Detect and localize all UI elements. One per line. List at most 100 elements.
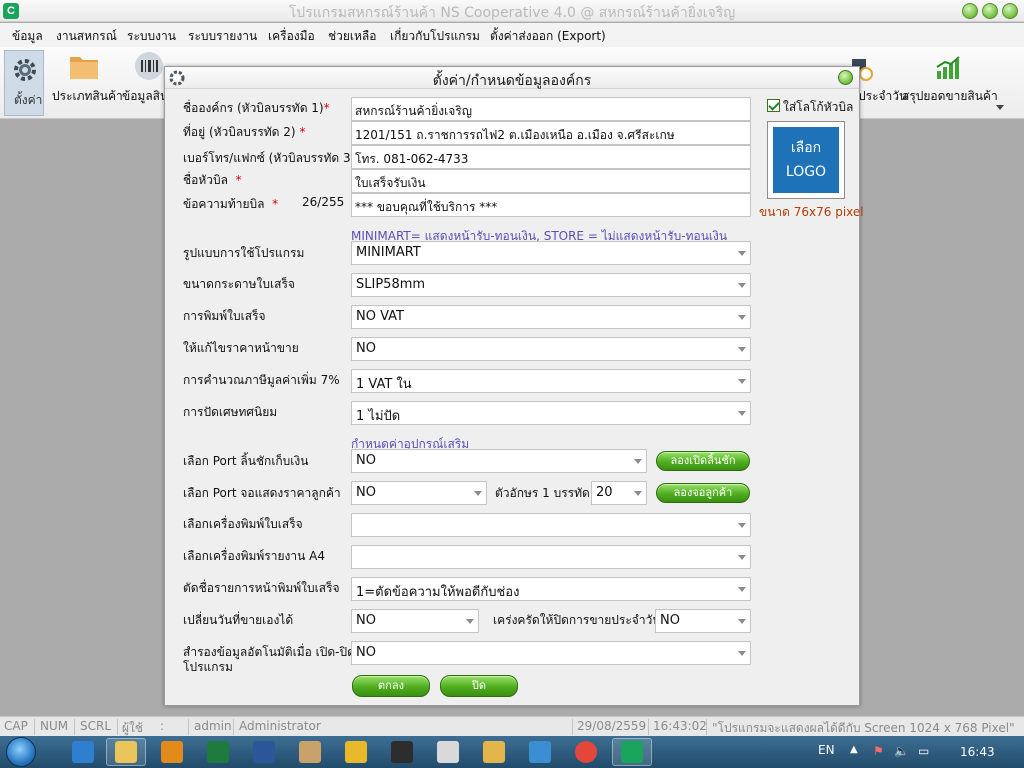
change-sale-date-select[interactable]: NO (351, 609, 479, 633)
org-name-label: ชื่อองค์กร (หัวบิลบรรทัด 1)* (183, 101, 330, 115)
dialog-title: ตั้งค่า/กำหนดข้อมูลองค์กร (432, 73, 592, 89)
settings-tool-button[interactable]: ตั้งค่า (4, 50, 44, 116)
taskbar-clock[interactable]: 16:43 (960, 745, 995, 759)
logo-checkbox-label: ใส่โลโก้หัวบิล (783, 100, 854, 114)
close-window-button[interactable] (1002, 3, 1018, 19)
key-icon[interactable] (345, 741, 367, 763)
address-label: ที่อยู่ (หัวบิลบรรทัด 2) * (183, 125, 306, 139)
chevron-down-icon (738, 587, 746, 592)
flag-icon[interactable]: ⚑ (873, 744, 884, 758)
user-colon: : (160, 719, 165, 733)
menu-reports[interactable]: ระบบรายงาน (188, 27, 257, 46)
footer-char-count: 26/255 (302, 195, 345, 209)
chrome-icon[interactable] (575, 741, 597, 763)
rounding-select[interactable]: 1 ไม่ปัด (351, 401, 751, 425)
program-mode-label: รูปแบบการใช้โปรแกรม (183, 246, 305, 260)
a4-printer-label: เลือกเครื่องพิมพ์รายงาน A4 (183, 549, 325, 563)
status-bar: CAP NUM SCRL ผู้ใช้ : admin Administrato… (0, 716, 1024, 736)
force-close-select[interactable]: NO (655, 609, 751, 633)
menu-help[interactable]: ช่วยเหลือ (328, 27, 377, 46)
status-time: 16:43:02 (653, 719, 707, 733)
window-title: โปรแกรมสหกรณ์ร้านค้า NS Cooperative 4.0 … (288, 5, 736, 21)
tray-expand-icon[interactable]: ▲ (850, 744, 858, 755)
camera-icon[interactable] (391, 741, 413, 763)
dialog-title-bar: ตั้งค่า/กำหนดข้อมูลองค์กร (165, 67, 859, 89)
paper-size-select[interactable]: SLIP58mm (351, 273, 751, 297)
sales-summary-tool-button[interactable]: สรุปยอดขายสินค้า (902, 47, 998, 117)
menu-export-settings[interactable]: ตั้งค่าส่งออก (Export) (490, 27, 606, 46)
chevron-down-icon (474, 491, 482, 496)
product-info-tool-button[interactable]: ข้อมูลสิน (120, 47, 168, 117)
toolbar-overflow-icon[interactable] (996, 105, 1004, 110)
word-icon[interactable] (253, 741, 275, 763)
logo-preview: เลือก LOGO (773, 127, 839, 193)
volume-icon[interactable]: 🔈 (894, 744, 909, 758)
bill-title-label: ชื่อหัวบิล * (183, 173, 242, 187)
bill-title-input[interactable]: ใบเสร็จรับเงิน (351, 169, 751, 193)
chevron-down-icon (738, 283, 746, 288)
org-name-input[interactable]: สหกรณ์ร้านค้ายิ่งเจริญ (351, 97, 751, 121)
program-mode-select[interactable]: MINIMART (351, 241, 751, 265)
notepad-icon[interactable] (437, 741, 459, 763)
menu-about[interactable]: เกี่ยวกับโปรแกรม (390, 27, 480, 46)
caps-lock-indicator: CAP (4, 719, 28, 733)
a4-printer-select[interactable] (351, 545, 751, 569)
user-name: Administrator (239, 719, 321, 733)
receipt-printer-label: เลือกเครื่องพิมพ์ใบเสร็จ (183, 517, 303, 531)
user-id: admin (194, 719, 232, 733)
media-player-icon[interactable] (161, 741, 183, 763)
dialog-close-button[interactable] (838, 70, 853, 85)
chevron-down-icon (738, 619, 746, 624)
chars-per-line-select[interactable]: 20 (591, 481, 647, 505)
auto-backup-select[interactable]: NO (351, 641, 751, 665)
menu-system[interactable]: ระบบงาน (127, 27, 176, 46)
excel-icon[interactable] (207, 741, 229, 763)
explorer-icon[interactable] (115, 741, 137, 763)
menu-cooperative[interactable]: งานสหกรณ์ (56, 27, 117, 46)
network-icon[interactable] (529, 741, 551, 763)
customer-display-port-select[interactable]: NO (351, 481, 487, 505)
trim-item-name-select[interactable]: 1=ตัดข้อความให้พอดีกับช่อง (351, 577, 751, 601)
ns-cooperative-icon[interactable] (621, 741, 643, 763)
logo-checkbox[interactable] (767, 99, 780, 112)
print-receipt-select[interactable]: NO VAT (351, 305, 751, 329)
chevron-down-icon (466, 619, 474, 624)
change-sale-date-label: เปลี่ยนวันที่ขายเองได้ (183, 613, 294, 627)
phone-input[interactable]: โทร. 081-062-4733 (351, 145, 751, 169)
receipt-printer-select[interactable] (351, 513, 751, 537)
num-lock-indicator: NUM (40, 719, 69, 733)
status-date: 29/08/2559 (577, 719, 647, 733)
chevron-down-icon (738, 651, 746, 656)
close-button[interactable]: ปิด (440, 675, 518, 697)
ok-button[interactable]: ตกลง (352, 675, 430, 697)
gear-icon (14, 59, 36, 81)
address-input[interactable]: 1201/151 ถ.ราชการรถไฟ2 ต.เมืองเหนือ อ.เม… (351, 121, 751, 145)
paint-icon[interactable] (299, 741, 321, 763)
edit-price-select[interactable]: NO (351, 337, 751, 361)
language-indicator[interactable]: EN (818, 743, 835, 757)
chevron-down-icon (634, 459, 642, 464)
barcode-icon (135, 52, 163, 80)
minimize-button[interactable] (962, 3, 978, 19)
menu-data[interactable]: ข้อมูล (12, 27, 43, 46)
folder-icon[interactable] (483, 741, 505, 763)
menu-bar: ข้อมูล งานสหกรณ์ ระบบงาน ระบบรายงาน เครื… (0, 23, 1024, 47)
maximize-button[interactable] (982, 3, 998, 19)
test-display-button[interactable]: ลองจอลูกค้า (656, 483, 750, 503)
chevron-down-icon (738, 523, 746, 528)
footer-input[interactable]: *** ขอบคุณที่ใช้บริการ *** (351, 193, 751, 217)
print-receipt-label: การพิมพ์ใบเสร็จ (183, 309, 266, 323)
test-drawer-button[interactable]: ลองเปิดลิ้นชัก (656, 451, 750, 471)
vat-calc-label: การคำนวณภาษีมูลค่าเพิ่ม 7% (183, 373, 340, 387)
bar-chart-icon (936, 56, 960, 79)
scroll-lock-indicator: SCRL (80, 719, 112, 733)
org-settings-dialog: ตั้งค่า/กำหนดข้อมูลองค์กร ชื่อองค์กร (หั… (164, 66, 864, 706)
start-button[interactable] (6, 737, 36, 767)
network-tray-icon[interactable]: ▭ (918, 744, 929, 758)
vat-calc-select[interactable]: 1 VAT ใน (351, 369, 751, 393)
cash-drawer-port-select[interactable]: NO (351, 449, 647, 473)
product-type-tool-button[interactable]: ประเภทสินค้า (52, 47, 123, 117)
choose-logo-button[interactable]: เลือก LOGO (767, 121, 845, 199)
browser-icon[interactable] (72, 741, 94, 763)
menu-tools[interactable]: เครื่องมือ (268, 27, 315, 46)
